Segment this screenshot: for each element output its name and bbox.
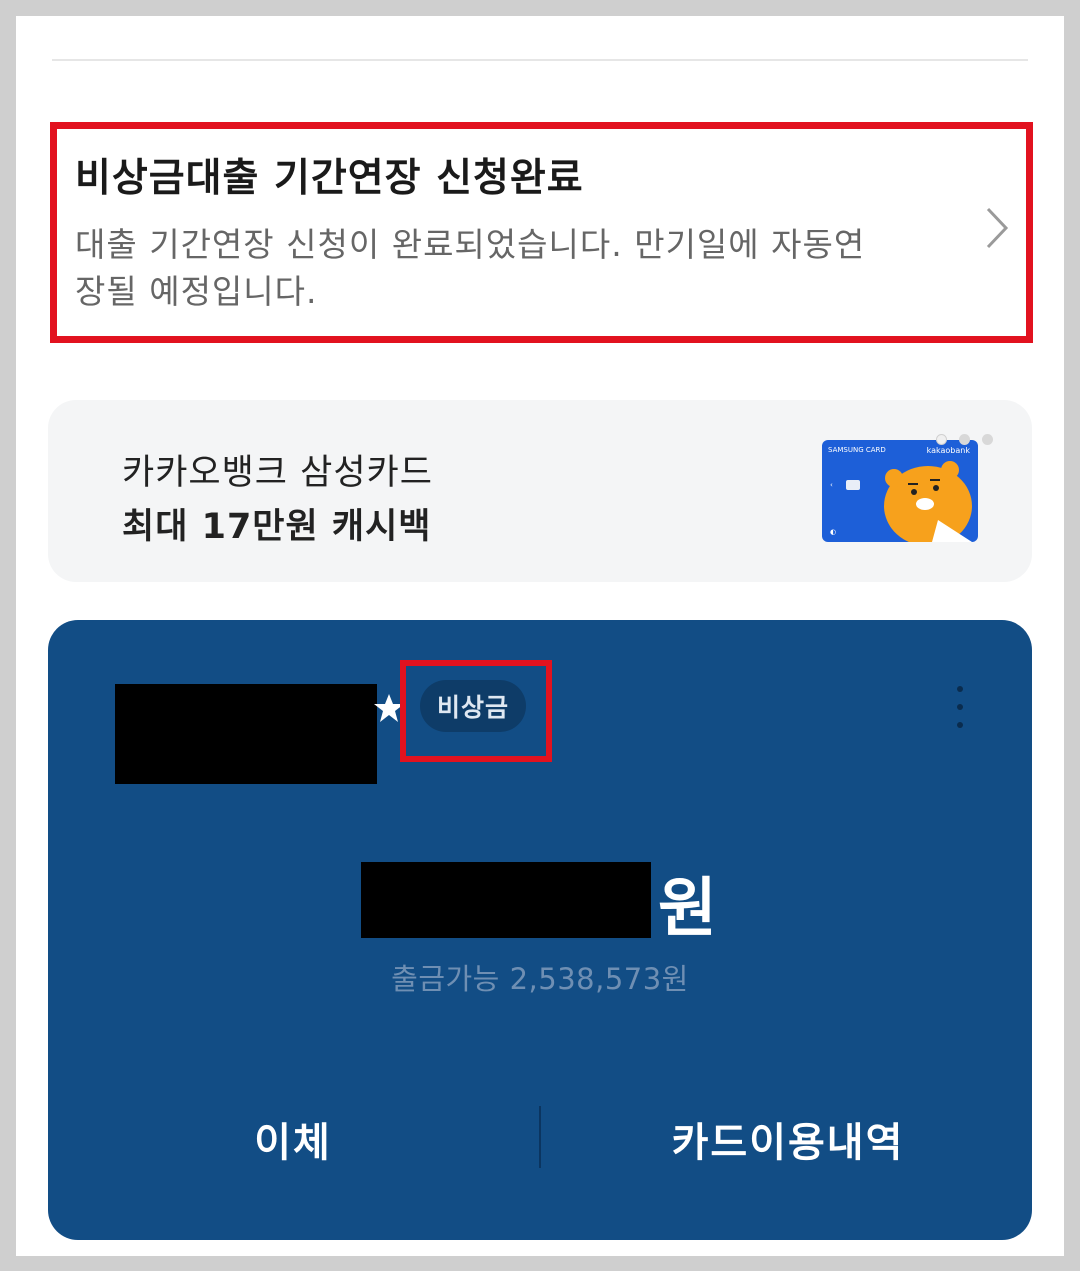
- promo-banner-card[interactable]: 카카오뱅크 삼성카드 최대 17만원 캐시백 SAMSUNG CARD kaka…: [48, 400, 1032, 582]
- pager-dot[interactable]: [959, 434, 970, 445]
- ryan-character-icon: ‹ ◐: [830, 461, 972, 542]
- chevron-right-icon: [986, 207, 1009, 249]
- balance-unit: 원: [658, 872, 717, 946]
- section-divider: [52, 59, 1028, 61]
- card-history-button[interactable]: 카드이용내역: [648, 1110, 928, 1168]
- transfer-button[interactable]: 이체: [178, 1110, 408, 1168]
- notice-body: 대출 기간연장 신청이 완료되었습니다. 만기일에 자동연장될 예정입니다.: [75, 225, 866, 311]
- account-card: 비상금 원 출금가능 2,538,573원 이체 카드이용내역: [48, 620, 1032, 1240]
- notice-title: 비상금대출 기간연장 신청완료: [75, 156, 584, 201]
- pager-dot[interactable]: [982, 434, 993, 445]
- more-options-icon[interactable]: [948, 684, 972, 730]
- withdrawable-amount: 출금가능 2,538,573원: [391, 962, 689, 996]
- action-divider: [539, 1106, 541, 1168]
- promo-subtitle: 최대 17만원 캐시백: [122, 507, 432, 547]
- promo-title: 카카오뱅크 삼성카드: [122, 453, 433, 493]
- redacted-account-name: [115, 684, 377, 784]
- highlight-box: [400, 660, 552, 762]
- notice-card-loan-extension[interactable]: 비상금대출 기간연장 신청완료 대출 기간연장 신청이 완료되었습니다. 만기일…: [50, 122, 1033, 343]
- svg-text:◐: ◐: [830, 528, 836, 536]
- svg-text:‹: ‹: [830, 481, 833, 489]
- redacted-balance: [361, 862, 651, 938]
- card-image: SAMSUNG CARD kakaobank ‹ ◐: [822, 440, 978, 542]
- pager-dot[interactable]: [936, 434, 947, 445]
